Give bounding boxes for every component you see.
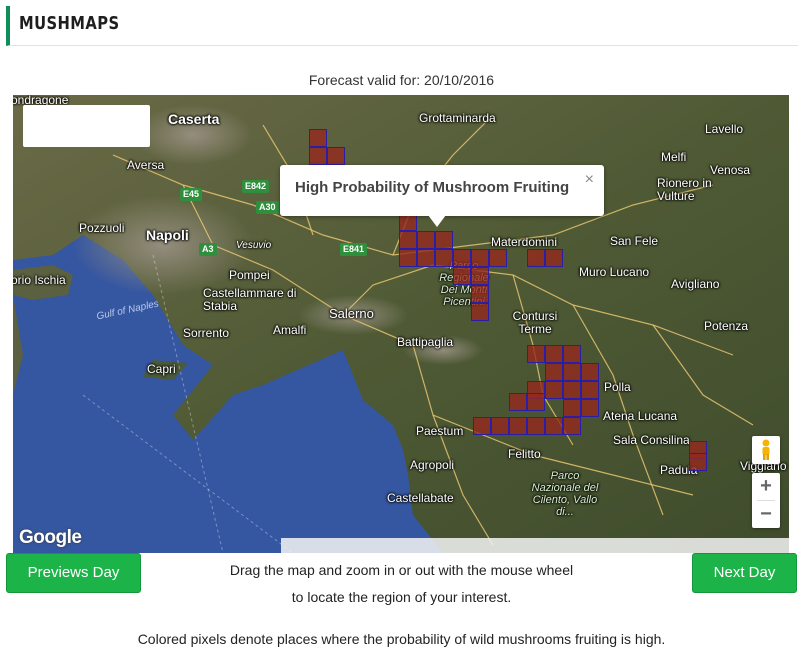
info-tooltip: High Probability of Mushroom Fruiting × bbox=[280, 165, 604, 227]
probability-cell[interactable] bbox=[309, 147, 327, 165]
probability-cell[interactable] bbox=[489, 249, 507, 267]
place-label: Salerno bbox=[329, 306, 374, 321]
site-title: MUSHMAPS bbox=[19, 13, 120, 34]
probability-cell[interactable] bbox=[435, 249, 453, 267]
probability-cell[interactable] bbox=[581, 381, 599, 399]
place-label: orio Ischia bbox=[13, 273, 66, 287]
place-label: San Fele bbox=[610, 234, 659, 248]
place-label: Melfi bbox=[661, 150, 687, 164]
place-label: Pompei bbox=[229, 268, 270, 282]
probability-cell[interactable] bbox=[309, 129, 327, 147]
probability-cell[interactable] bbox=[545, 381, 563, 399]
road-label: A3 bbox=[199, 243, 217, 256]
probability-cell[interactable] bbox=[581, 399, 599, 417]
probability-cell[interactable] bbox=[581, 363, 599, 381]
pegman-icon[interactable] bbox=[752, 436, 780, 464]
close-icon[interactable]: × bbox=[585, 171, 594, 189]
probability-cell[interactable] bbox=[453, 249, 471, 267]
place-label: Contursi Terme bbox=[512, 309, 558, 336]
map-attribution-bar bbox=[281, 538, 789, 553]
place-label: Muro Lucano bbox=[579, 265, 650, 279]
probability-cell[interactable] bbox=[527, 393, 545, 411]
place-label: Aversa bbox=[127, 158, 165, 172]
probability-cell[interactable] bbox=[471, 249, 489, 267]
zoom-control: + − bbox=[752, 473, 780, 528]
place-label: Agropoli bbox=[410, 458, 455, 472]
zoom-out-button[interactable]: − bbox=[752, 501, 780, 528]
tooltip-pointer bbox=[428, 215, 446, 227]
place-label: Polla bbox=[604, 380, 631, 394]
probability-cell[interactable] bbox=[471, 303, 489, 321]
probability-cell[interactable] bbox=[417, 249, 435, 267]
probability-cell[interactable] bbox=[527, 417, 545, 435]
place-label: Venosa bbox=[710, 163, 751, 177]
road-label: E842 bbox=[242, 180, 270, 193]
park-label: Parco Nazionale del Cilento, Vallo di... bbox=[531, 470, 599, 518]
place-label: Sala Consilina bbox=[613, 433, 690, 447]
tooltip-title: High Probability of Mushroom Fruiting bbox=[295, 179, 570, 196]
place-label: Vesuvio bbox=[236, 240, 272, 251]
place-label: Grottaminarda bbox=[419, 111, 496, 125]
place-label: Caserta bbox=[168, 111, 220, 127]
place-label: Felitto bbox=[508, 447, 541, 461]
forecast-date: Forecast valid for: 20/10/2016 bbox=[308, 72, 495, 88]
map-instructions: Drag the map and zoom in or out with the… bbox=[0, 557, 803, 611]
place-label: Materdomini bbox=[491, 235, 558, 249]
mushroom-map[interactable]: ondragone Caserta Grottaminarda Lavello … bbox=[13, 95, 789, 553]
probability-cell[interactable] bbox=[563, 363, 581, 381]
place-label: Amalfi bbox=[273, 323, 307, 337]
place-label: Rionero in Vulture bbox=[657, 176, 712, 203]
place-label: Capri bbox=[147, 362, 176, 376]
place-label: Napoli bbox=[146, 227, 189, 243]
road-label: E841 bbox=[340, 243, 368, 256]
place-label: Battipaglia bbox=[397, 335, 454, 349]
google-logo: Google bbox=[19, 527, 82, 548]
probability-cell[interactable] bbox=[545, 363, 563, 381]
place-label: Avigliano bbox=[671, 277, 720, 291]
road-label: A30 bbox=[256, 201, 279, 214]
probability-cell[interactable] bbox=[491, 417, 509, 435]
probability-cell[interactable] bbox=[471, 285, 489, 303]
probability-cell[interactable] bbox=[545, 345, 563, 363]
place-label: Potenza bbox=[704, 319, 749, 333]
probability-cell[interactable] bbox=[527, 345, 545, 363]
place-label: Paestum bbox=[416, 424, 464, 438]
place-label: Lavello bbox=[705, 122, 744, 136]
probability-cell[interactable] bbox=[453, 267, 471, 285]
probability-cell[interactable] bbox=[473, 417, 491, 435]
page-header: MUSHMAPS bbox=[6, 6, 798, 46]
probability-cell[interactable] bbox=[563, 345, 581, 363]
instructions-line-2: to locate the region of your interest. bbox=[291, 589, 512, 605]
probability-cell[interactable] bbox=[563, 399, 581, 417]
probability-cell[interactable] bbox=[545, 249, 563, 267]
probability-cell[interactable] bbox=[399, 249, 417, 267]
probability-cell[interactable] bbox=[399, 231, 417, 249]
map-overlay-box bbox=[23, 105, 150, 147]
probability-cell[interactable] bbox=[327, 147, 345, 165]
zoom-in-button[interactable]: + bbox=[752, 473, 780, 500]
instructions-line-1: Drag the map and zoom in or out with the… bbox=[229, 562, 574, 578]
probability-cell[interactable] bbox=[563, 381, 581, 399]
probability-cell[interactable] bbox=[435, 231, 453, 249]
probability-cell[interactable] bbox=[509, 393, 527, 411]
probability-cell[interactable] bbox=[471, 267, 489, 285]
legend-text: Colored pixels denote places where the p… bbox=[137, 631, 666, 647]
place-label: Pozzuoli bbox=[79, 221, 125, 235]
place-label: Castellammare di Stabia bbox=[203, 286, 297, 313]
probability-cell[interactable] bbox=[689, 453, 707, 471]
probability-cell[interactable] bbox=[527, 249, 545, 267]
probability-cell[interactable] bbox=[417, 231, 435, 249]
probability-cell[interactable] bbox=[509, 417, 527, 435]
road-label: E45 bbox=[180, 188, 203, 201]
place-label: Sorrento bbox=[183, 326, 230, 340]
probability-cell[interactable] bbox=[563, 417, 581, 435]
place-label: Atena Lucana bbox=[603, 409, 678, 423]
place-label: Castellabate bbox=[387, 491, 454, 505]
probability-cell[interactable] bbox=[545, 417, 563, 435]
